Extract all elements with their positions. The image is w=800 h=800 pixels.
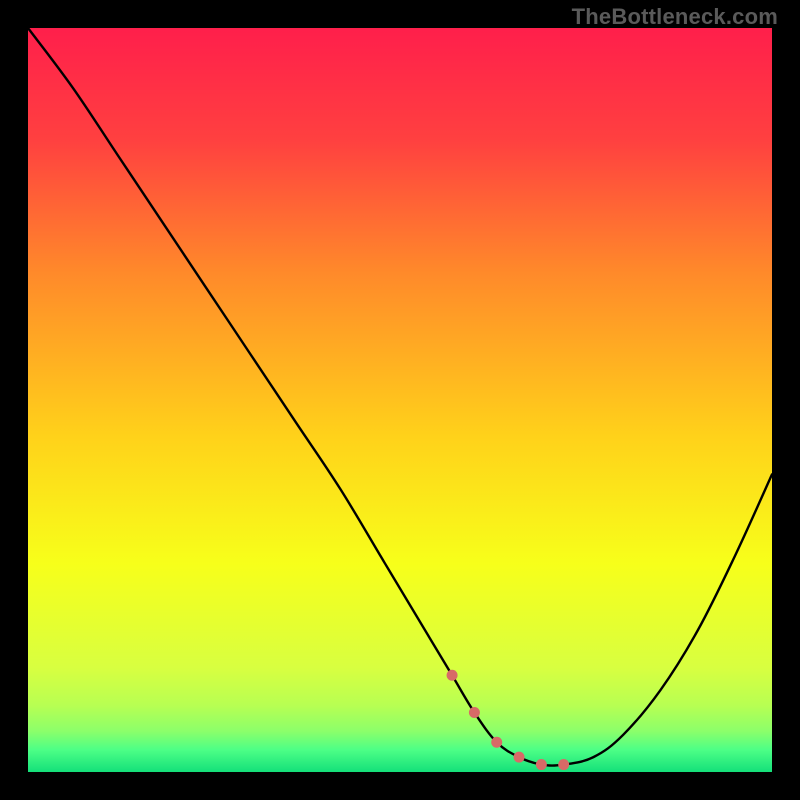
plot-background bbox=[28, 28, 772, 772]
marker-dot bbox=[558, 759, 569, 770]
marker-dot bbox=[469, 707, 480, 718]
marker-dot bbox=[536, 759, 547, 770]
chart-frame: TheBottleneck.com bbox=[0, 0, 800, 800]
marker-dot bbox=[447, 670, 458, 681]
marker-dot bbox=[514, 752, 525, 763]
bottleneck-chart bbox=[0, 0, 800, 800]
marker-dot bbox=[491, 737, 502, 748]
watermark-label: TheBottleneck.com bbox=[572, 4, 778, 30]
